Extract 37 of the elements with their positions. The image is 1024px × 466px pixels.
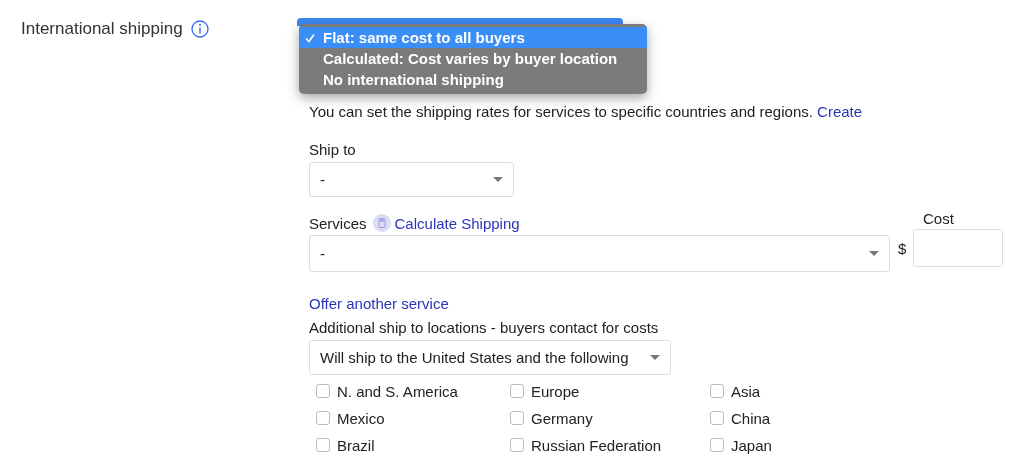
location-label: China bbox=[731, 409, 771, 427]
location-label: Brazil bbox=[337, 436, 375, 454]
checkbox[interactable] bbox=[710, 438, 724, 452]
currency-symbol: $ bbox=[898, 239, 907, 257]
location-label: Japan bbox=[731, 436, 772, 454]
check-icon bbox=[305, 32, 315, 43]
additional-locations-label: Additional ship to locations - buyers contact for costs bbox=[309, 318, 660, 338]
checkbox[interactable] bbox=[710, 384, 724, 398]
checkbox[interactable] bbox=[316, 438, 330, 452]
checkbox[interactable] bbox=[316, 384, 330, 398]
calculate-shipping-link[interactable]: Calculate Shipping bbox=[394, 214, 520, 232]
location-label: N. and S. America bbox=[337, 382, 458, 400]
services-label: Services bbox=[309, 214, 367, 232]
checkbox[interactable] bbox=[510, 438, 524, 452]
location-label: Mexico bbox=[337, 409, 385, 427]
menu-option[interactable]: No international shipping bbox=[299, 69, 647, 90]
ship-to-select[interactable]: - bbox=[309, 162, 514, 197]
checkbox[interactable] bbox=[510, 384, 524, 398]
info-icon[interactable] bbox=[190, 20, 209, 38]
location-label: Germany bbox=[531, 409, 593, 427]
location-label: Russian Federation bbox=[531, 436, 662, 454]
checkbox[interactable] bbox=[510, 411, 524, 425]
checkbox[interactable] bbox=[316, 411, 330, 425]
menu-option[interactable]: Calculated: Cost varies by buyer location bbox=[299, 48, 647, 69]
location-label: Asia bbox=[731, 382, 761, 400]
additional-locations-select[interactable]: Will ship to the United States and the following bbox=[309, 340, 671, 375]
intro-text: You can set the shipping rates for services to specific countries and regions. bbox=[309, 103, 813, 120]
offer-another-service-link[interactable]: Offer another service bbox=[309, 294, 1024, 314]
cost-input[interactable] bbox=[913, 229, 1004, 267]
cost-label: Cost bbox=[923, 209, 955, 229]
create-link[interactable]: Create bbox=[817, 103, 863, 120]
checkbox[interactable] bbox=[710, 411, 724, 425]
location-label: Europe bbox=[531, 382, 580, 400]
ship-to-label: Ship to bbox=[309, 140, 357, 160]
services-select[interactable]: - bbox=[309, 235, 890, 272]
calculator-icon bbox=[372, 214, 391, 232]
field-label: International shipping bbox=[21, 18, 183, 40]
